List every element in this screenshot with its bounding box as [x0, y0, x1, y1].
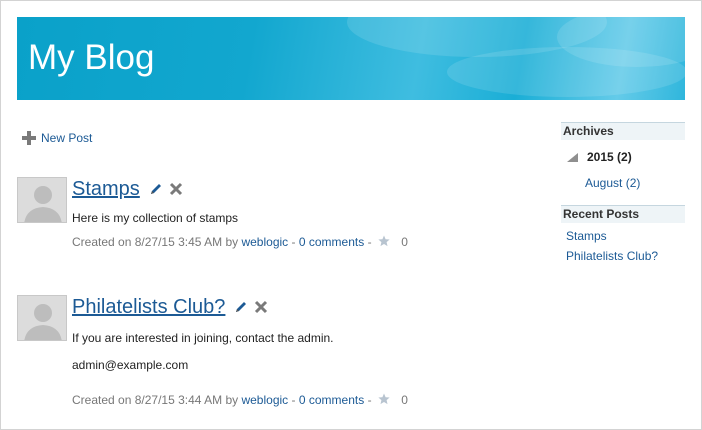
new-post-link[interactable]: New Post [22, 131, 92, 145]
star-icon[interactable] [378, 235, 390, 251]
created-date-text: Created on 8/27/15 3:44 AM by [72, 393, 239, 407]
post-body-text: Here is my collection of stamps [72, 211, 239, 225]
comments-link[interactable]: 0 comments [299, 235, 364, 249]
created-date-text: Created on 8/27/15 3:45 AM by [72, 235, 239, 249]
author-link[interactable]: weblogic [241, 393, 288, 407]
delete-x-icon[interactable] [254, 300, 268, 314]
post-meta: Created on 8/27/15 3:44 AM by weblogic -… [72, 393, 408, 409]
blog-title: My Blog [28, 38, 155, 77]
archive-year-label: 2015 (2) [587, 150, 632, 164]
blog-post: Stamps Here is my collection of stamps C… [17, 177, 537, 249]
avatar [17, 295, 67, 341]
recent-posts-heading: Recent Posts [561, 205, 685, 223]
delete-x-icon[interactable] [169, 182, 183, 196]
separator: - [367, 393, 372, 407]
recent-post-link[interactable]: Stamps [566, 229, 607, 243]
recent-post-link[interactable]: Philatelists Club? [566, 249, 658, 263]
post-title-link[interactable]: Philatelists Club? [72, 295, 225, 319]
avatar [17, 177, 67, 223]
comments-link[interactable]: 0 comments [299, 393, 364, 407]
blog-banner: My Blog [17, 17, 685, 100]
post-title-link[interactable]: Stamps [72, 177, 140, 201]
blog-post: Philatelists Club? If you are interested… [17, 295, 537, 415]
separator: - [367, 235, 372, 249]
new-post-label[interactable]: New Post [41, 131, 92, 145]
separator: - [291, 393, 296, 407]
separator: - [291, 235, 296, 249]
archives-heading: Archives [561, 122, 685, 140]
edit-pencil-icon[interactable] [234, 300, 248, 314]
post-meta: Created on 8/27/15 3:45 AM by weblogic -… [72, 235, 408, 251]
author-link[interactable]: weblogic [241, 235, 288, 249]
like-count: 0 [401, 393, 408, 407]
archive-month-link[interactable]: August (2) [585, 176, 640, 190]
plus-icon [22, 131, 36, 145]
edit-pencil-icon[interactable] [149, 182, 163, 196]
like-count: 0 [401, 235, 408, 249]
sidebar: Archives 2015 (2) August (2) Recent Post… [561, 122, 685, 263]
post-body-email: admin@example.com [72, 358, 189, 372]
expand-triangle-icon[interactable] [567, 152, 578, 162]
archive-year-toggle[interactable]: 2015 (2) [567, 150, 632, 164]
star-icon[interactable] [378, 393, 390, 409]
post-body-text: If you are interested in joining, contac… [72, 331, 334, 345]
